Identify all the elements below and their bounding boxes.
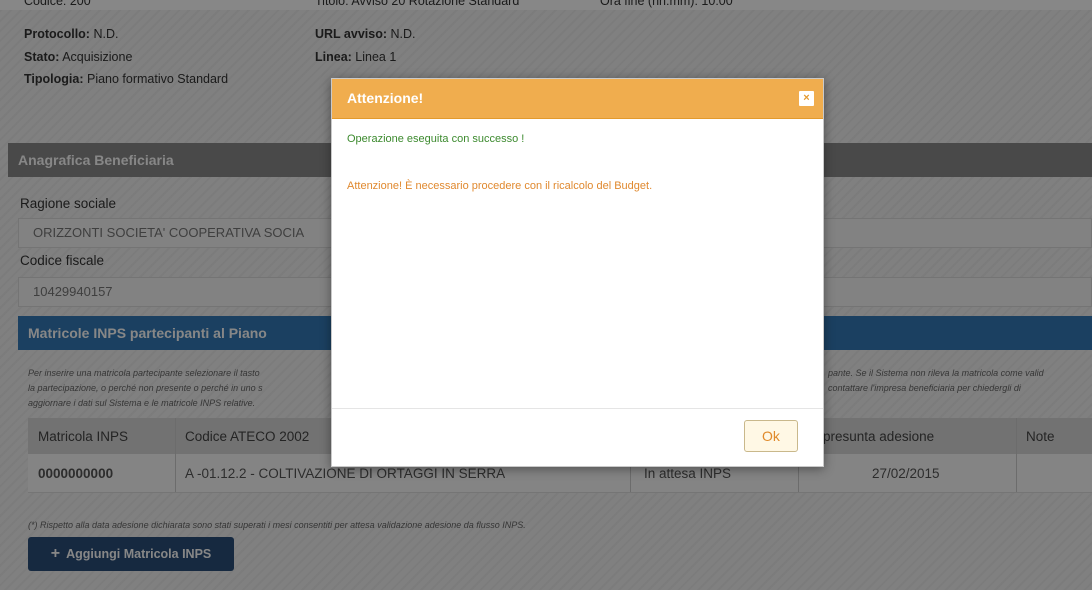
- dialog-header: Attenzione! ×: [332, 79, 823, 119]
- dialog-footer-divider: [332, 408, 823, 409]
- success-message: Operazione eseguita con successo !: [347, 133, 525, 145]
- warning-message: Attenzione! È necessario procedere con i…: [347, 180, 653, 192]
- ok-button[interactable]: Ok: [744, 420, 798, 452]
- alert-dialog: Attenzione! × Operazione eseguita con su…: [331, 78, 824, 467]
- dialog-title: Attenzione!: [347, 90, 424, 106]
- close-icon[interactable]: ×: [799, 91, 814, 106]
